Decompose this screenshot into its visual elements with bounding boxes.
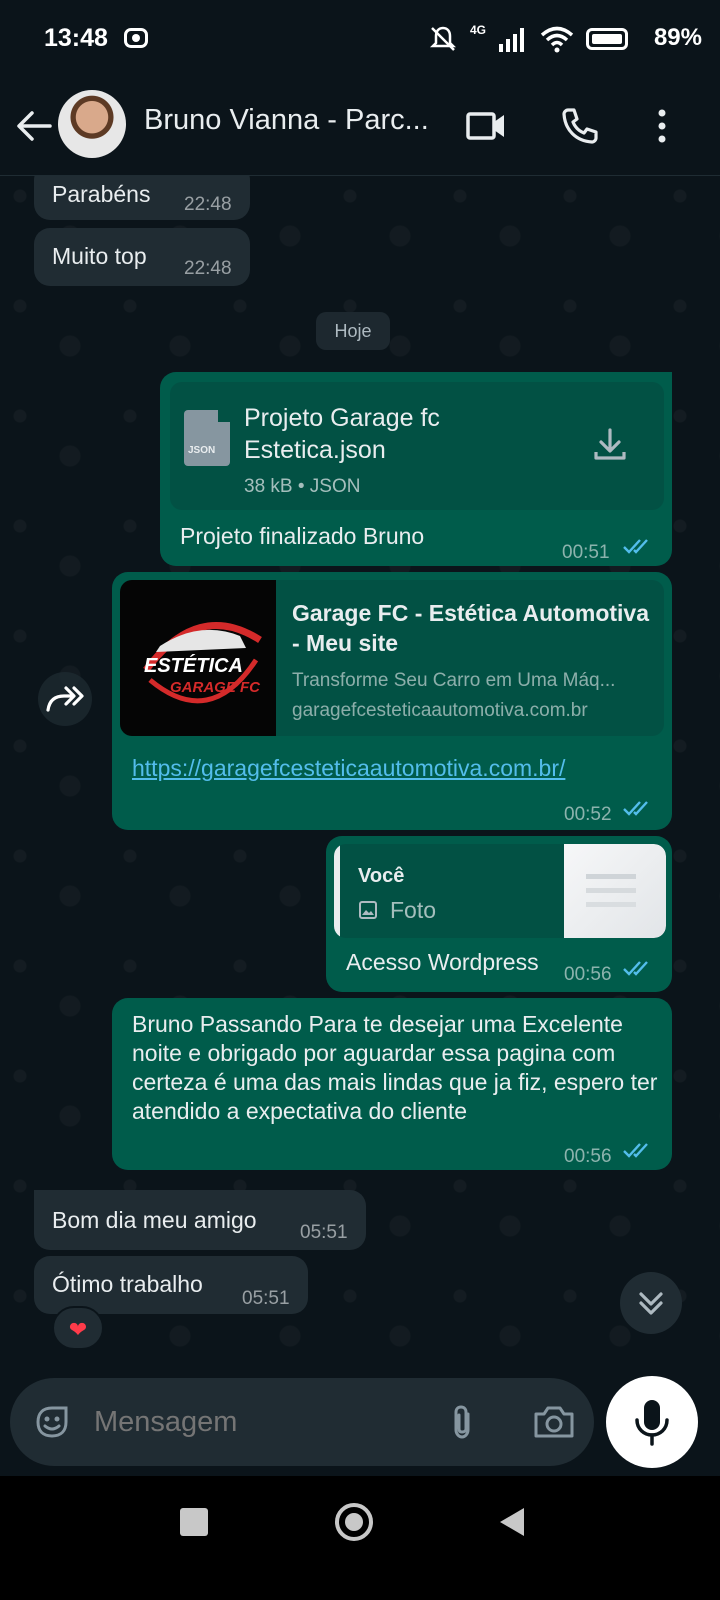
message-time: 05:51 — [300, 1222, 348, 1243]
link-preview-domain: garagefcesteticaautomotiva.com.br — [292, 700, 588, 721]
mute-icon — [429, 26, 457, 51]
status-time: 13:48 — [44, 24, 108, 52]
nav-recents-icon[interactable] — [176, 1504, 212, 1540]
message-text: Bruno Passando Para te desejar uma Excel… — [132, 1011, 658, 1124]
scroll-down-icon — [639, 1292, 663, 1315]
document-name: Projeto Garage fc Estetica.json — [244, 404, 440, 464]
message-input[interactable] — [94, 1396, 414, 1448]
message-incoming[interactable]: Bom dia meu amigo 05:51 — [34, 1190, 366, 1250]
avatar[interactable] — [58, 90, 126, 158]
link-preview-description: Transforme Seu Carro em Uma Máq... — [292, 670, 616, 691]
document-card[interactable]: JSON Projeto Garage fc Estetica.json 38 … — [170, 382, 664, 510]
nav-back-icon[interactable] — [494, 1504, 530, 1540]
message-link[interactable]: ESTÉTICA GARAGE FC Garage FC - Estética … — [112, 572, 672, 830]
svg-text:GARAGE FC: GARAGE FC — [170, 679, 261, 696]
quoted-message[interactable]: Você Foto — [334, 844, 666, 938]
link-preview-title: Garage FC - Estética Automotiva - Meu si… — [292, 600, 650, 656]
read-ticks-icon — [623, 961, 648, 976]
chat-area[interactable]: Parabéns 22:48 Muito top 22:48 Hoje JSON… — [0, 176, 720, 1376]
quote-bar — [334, 844, 340, 938]
garage-logo-icon: ESTÉTICA GARAGE FC — [143, 622, 262, 704]
link-preview-thumbnail: ESTÉTICA GARAGE FC — [120, 580, 276, 736]
chat-header: Bruno Vianna - Parc... — [0, 80, 720, 176]
message-text: Muito top — [52, 243, 147, 269]
message-document[interactable]: JSON Projeto Garage fc Estetica.json 38 … — [160, 372, 672, 566]
wifi-icon — [540, 26, 574, 53]
message-reply[interactable]: Você Foto Acesso Wordpress 00:56 — [326, 836, 672, 992]
message-time: 22:48 — [184, 258, 232, 279]
forward-icon — [46, 686, 84, 712]
message-time: 05:51 — [242, 1288, 290, 1309]
link-preview-card[interactable]: ESTÉTICA GARAGE FC Garage FC - Estética … — [120, 580, 664, 736]
battery-icon — [586, 28, 628, 50]
nav-home-icon[interactable] — [332, 1500, 376, 1544]
contact-name[interactable]: Bruno Vianna - Parc... — [144, 104, 444, 137]
camera-icon[interactable] — [532, 1402, 576, 1442]
json-file-icon: JSON — [184, 410, 230, 466]
screen-record-icon — [124, 28, 148, 48]
read-ticks-icon — [623, 801, 648, 816]
message-text: Parabéns — [52, 181, 151, 207]
message-text: Acesso Wordpress — [346, 949, 539, 975]
message-incoming[interactable]: Parabéns 22:48 — [34, 176, 250, 220]
message-text: Ótimo trabalho — [52, 1271, 203, 1297]
sticker-icon[interactable] — [32, 1402, 72, 1442]
link-url[interactable]: https://garagefcesteticaautomotiva.com.b… — [132, 754, 565, 783]
scroll-down-button[interactable] — [620, 1272, 682, 1334]
mic-icon — [635, 1400, 669, 1446]
document-meta: 38 kB • JSON — [244, 476, 361, 497]
status-icons: 4G — [428, 23, 628, 54]
quote-thumbnail — [564, 844, 666, 938]
read-ticks-icon — [623, 1143, 648, 1158]
back-arrow-icon[interactable] — [14, 106, 54, 146]
forward-button[interactable] — [38, 672, 92, 726]
photo-icon — [359, 901, 377, 919]
more-options-icon[interactable] — [638, 102, 686, 150]
signal-icon — [499, 28, 524, 52]
message-composer[interactable] — [10, 1378, 594, 1466]
quote-author: Você — [358, 865, 405, 887]
phone-icon[interactable] — [556, 102, 604, 150]
message-outgoing[interactable]: Bruno Passando Para te desejar uma Excel… — [112, 998, 672, 1170]
message-time: 22:48 — [184, 194, 232, 215]
network-type: 4G — [469, 23, 486, 37]
message-time: 00:52 — [564, 804, 612, 825]
message-text: Bom dia meu amigo — [52, 1207, 257, 1233]
message-time: 00:56 — [564, 1146, 612, 1167]
video-call-icon[interactable] — [462, 102, 510, 150]
battery-level: 89% — [653, 24, 702, 51]
message-incoming[interactable]: Muito top 22:48 — [34, 228, 250, 286]
quote-type: Foto — [390, 897, 437, 923]
status-bar: 13:48 4G 89% — [0, 0, 720, 80]
date-separator: Hoje — [316, 312, 390, 350]
message-time: 00:56 — [564, 964, 612, 985]
attach-icon[interactable] — [442, 1402, 482, 1442]
system-nav-bar — [0, 1476, 720, 1600]
download-icon[interactable] — [590, 424, 630, 464]
message-time: 00:51 — [562, 542, 610, 563]
heart-reaction[interactable]: ❤ — [52, 1306, 104, 1350]
voice-message-button[interactable] — [606, 1376, 698, 1468]
svg-text:ESTÉTICA: ESTÉTICA — [144, 654, 243, 677]
read-ticks-icon — [623, 539, 648, 554]
document-caption: Projeto finalizado Bruno — [180, 523, 425, 549]
